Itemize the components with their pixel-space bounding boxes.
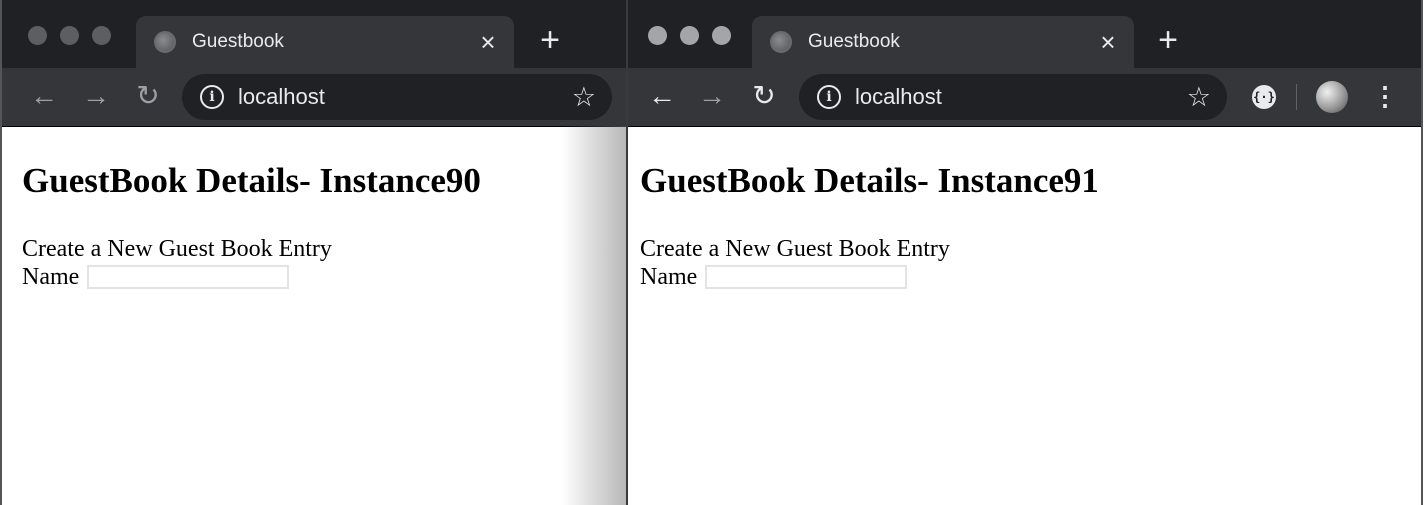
globe-icon <box>770 31 792 53</box>
url-text[interactable]: localhost <box>238 84 572 110</box>
address-bar[interactable]: i localhost ☆ <box>799 74 1227 120</box>
close-tab-icon[interactable]: × <box>468 27 508 58</box>
tab-strip: Guestbook × + <box>2 0 626 68</box>
minimize-window-button[interactable] <box>680 26 699 45</box>
forward-button[interactable]: → <box>692 76 732 116</box>
form-heading: Create a New Guest Book Entry <box>22 236 332 262</box>
close-tab-icon[interactable]: × <box>1088 27 1128 58</box>
form-heading: Create a New Guest Book Entry <box>640 236 950 262</box>
maximize-window-button[interactable] <box>712 26 731 45</box>
profile-avatar[interactable] <box>1316 81 1348 113</box>
toolbar-separator <box>1296 84 1297 110</box>
toolbar: ← → ↻ i localhost ☆ <box>2 68 626 126</box>
address-bar[interactable]: i localhost ☆ <box>182 74 612 120</box>
tab-guestbook[interactable]: Guestbook × <box>752 16 1134 68</box>
maximize-window-button[interactable] <box>92 26 111 45</box>
kebab-menu-icon[interactable]: ⋮ <box>1370 76 1400 116</box>
tab-title: Guestbook <box>808 31 900 52</box>
info-icon[interactable]: i <box>817 85 841 109</box>
tab-guestbook[interactable]: Guestbook × <box>136 16 514 68</box>
extension-icon[interactable]: {·} <box>1252 85 1276 109</box>
close-window-button[interactable] <box>648 26 667 45</box>
url-text[interactable]: localhost <box>855 84 1187 110</box>
name-row: Name <box>22 263 626 291</box>
forward-button[interactable]: → <box>76 76 116 116</box>
back-button[interactable]: ← <box>24 76 64 116</box>
name-row: Name <box>640 263 1421 291</box>
reload-button[interactable]: ↻ <box>744 76 784 116</box>
globe-icon <box>154 31 176 53</box>
minimize-window-button[interactable] <box>60 26 79 45</box>
toolbar: ← → ↻ i localhost ☆ {·} ⋮ <box>628 68 1421 126</box>
browser-window-instance90: Guestbook × + ← → ↻ i localhost ☆ GuestB… <box>0 0 626 505</box>
info-icon[interactable]: i <box>200 85 224 109</box>
bookmark-star-icon[interactable]: ☆ <box>572 82 596 113</box>
page-title: GuestBook Details- Instance90 <box>22 161 481 200</box>
name-label: Name <box>640 264 698 290</box>
page-content: GuestBook Details- Instance90 Create a N… <box>2 126 626 505</box>
reload-button[interactable]: ↻ <box>128 76 168 116</box>
page-title: GuestBook Details- Instance91 <box>640 161 1099 200</box>
browser-window-instance91: Guestbook × + ← → ↻ i localhost ☆ {·} ⋮ … <box>628 0 1423 505</box>
name-input[interactable] <box>87 265 290 289</box>
new-tab-button[interactable]: + <box>530 20 570 60</box>
window-controls <box>648 26 731 45</box>
page-content: GuestBook Details- Instance91 Create a N… <box>628 126 1421 505</box>
new-tab-button[interactable]: + <box>1148 20 1188 60</box>
tab-strip: Guestbook × + <box>628 0 1421 68</box>
bookmark-star-icon[interactable]: ☆ <box>1187 82 1211 113</box>
name-label: Name <box>22 264 80 290</box>
window-controls <box>28 26 111 45</box>
tab-title: Guestbook <box>192 31 284 52</box>
back-button[interactable]: ← <box>642 76 682 116</box>
name-input[interactable] <box>705 265 908 289</box>
close-window-button[interactable] <box>28 26 47 45</box>
